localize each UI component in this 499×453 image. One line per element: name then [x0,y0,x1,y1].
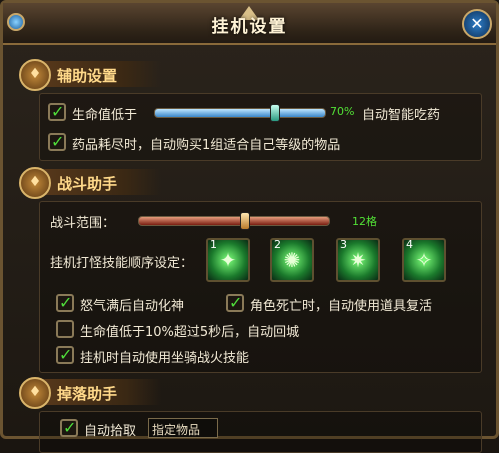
check-icon: ✓ [51,132,65,151]
auto-hangup-settings-window: 挂机设置 ✕ ♦ 辅助设置 ✓ 生命值低于 70% 自动智能吃药 ✓ 药品耗尽时… [0,0,499,453]
loot-panel: ✓ 自动拾取 指定物品 [39,411,482,453]
mount-skill-checkbox[interactable]: ✓ [56,345,74,364]
green-strike-skill-icon[interactable]: 4 ✧ [402,238,446,282]
battle-range-slider[interactable] [138,212,330,230]
auto-pickup-checkbox[interactable]: ✓ [60,418,78,437]
hp-label: 生命值低于 [72,108,138,123]
auto-return-label: 生命值低于10%超过5秒后，自动回城 [80,325,300,340]
check-icon: ✓ [229,293,243,312]
skill-order-label: 挂机打怪技能顺序设定： [50,256,194,271]
lamp-icon: ♦ [19,167,51,199]
lamp-icon: ♦ [19,59,51,91]
assist-panel: ✓ 生命值低于 70% 自动智能吃药 ✓ 药品耗尽时，自动购买1组适合自己等级的… [39,93,482,161]
auto-pickup-label: 自动拾取 [84,424,137,439]
range-slider-handle[interactable] [239,212,250,230]
auto-revive-checkbox[interactable]: ✓ [226,293,244,312]
title-bar[interactable]: 挂机设置 ✕ [3,3,496,45]
section-header-loot: ♦ 掉落助手 [19,377,161,409]
check-icon: ✓ [51,102,65,121]
strike-glyph-icon: ✧ [415,248,433,272]
auto-drink-label: 自动智能吃药 [362,108,441,123]
section-title-battle: 战斗助手 [57,175,118,193]
battle-panel: 战斗范围： 12格 挂机打怪技能顺序设定： 1 ✦ 2 ✺ 3 ✷ 4 ✧ ✓ 怒气满后… [39,201,482,373]
hp-slider-handle[interactable] [270,104,280,122]
mount-skill-label: 挂机时自动使用坐骑战火技能 [80,351,250,366]
window-title: 挂机设置 [211,17,288,37]
green-blade-skill-icon[interactable]: 1 ✦ [206,238,250,282]
green-burst-skill-icon[interactable]: 2 ✺ [270,238,314,282]
burst-glyph-icon: ✺ [283,248,301,272]
auto-transform-checkbox[interactable]: ✓ [56,293,74,312]
range-value: 12格 [352,215,377,228]
hp-threshold-slider[interactable] [154,104,326,122]
hp-threshold-checkbox[interactable]: ✓ [48,102,66,121]
auto-return-checkbox[interactable]: ✓ [56,320,74,338]
check-icon: ✓ [59,345,73,364]
auto-revive-label: 角色死亡时，自动使用道具复活 [250,299,433,314]
section-header-assist: ♦ 辅助设置 [19,59,161,91]
auto-transform-label: 怒气满后自动化神 [80,299,185,314]
section-title-loot: 掉落助手 [57,385,118,403]
auto-buy-label: 药品耗尽时，自动购买1组适合自己等级的物品 [72,138,341,153]
section-header-battle: ♦ 战斗助手 [19,167,161,199]
section-title-assist: 辅助设置 [57,67,118,85]
blade-glyph-icon: ✦ [219,248,237,272]
check-icon: ✓ [63,418,77,437]
pickup-filter-field[interactable]: 指定物品 [148,418,218,438]
close-button[interactable]: ✕ [462,9,492,39]
lamp-icon: ♦ [19,377,51,409]
check-icon: ✓ [59,293,73,312]
auto-buy-checkbox[interactable]: ✓ [48,132,66,151]
range-label: 战斗范围： [50,216,116,231]
beast-glyph-icon: ✷ [349,248,367,272]
hp-percent-value: 70% [330,105,355,118]
green-beast-skill-icon[interactable]: 3 ✷ [336,238,380,282]
